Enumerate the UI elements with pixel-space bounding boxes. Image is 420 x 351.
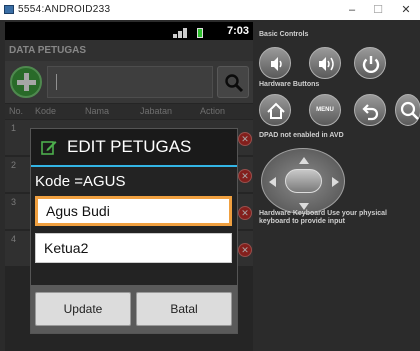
nama-input[interactable]: Agus Budi [35,196,232,226]
volume-down-button[interactable] [259,47,291,79]
dialog-title-bar: EDIT PETUGAS [31,129,237,165]
window-maximize-button[interactable]: ☐ [366,2,390,18]
status-clock: 7:03 [227,25,250,37]
dpad[interactable] [261,148,345,214]
home-button[interactable] [259,94,291,126]
dialog-button-bar: Update Batal [31,285,237,333]
back-icon [362,104,379,121]
search-icon [400,101,419,120]
dpad-up-icon [299,152,309,164]
search-hardware-button[interactable] [395,94,420,126]
volume-up-icon [319,57,334,71]
home-icon [267,102,285,119]
volume-down-icon [271,57,282,71]
cancel-button[interactable]: Batal [136,292,232,326]
jabatan-input[interactable]: Ketua2 [35,233,232,263]
dpad-right-icon [332,177,344,187]
window-title: 5554:ANDROID233 [18,4,111,15]
back-button[interactable] [354,94,386,126]
update-button[interactable]: Update [35,292,131,326]
android-screen: 7:03 DATA PETUGAS No. Kode Nama Jabatan … [5,22,253,351]
window-titlebar: 5554:ANDROID233 – ☐ ✕ [0,0,420,20]
dpad-left-icon [264,177,276,187]
kode-label: Kode =AGUS [35,173,126,190]
dpad-title: DPAD not enabled in AVD [259,132,344,139]
hardware-buttons-title: Hardware Buttons [259,81,320,88]
edit-icon [41,141,57,155]
emulator-app-icon [4,5,14,14]
status-bar: 7:03 [5,22,253,40]
power-icon [362,56,380,74]
hardware-keyboard-text: Hardware Keyboard Use your physical keyb… [259,210,387,225]
emulator-frame: 7:03 DATA PETUGAS No. Kode Nama Jabatan … [0,20,420,351]
basic-controls-title: Basic Controls [259,31,309,38]
dialog-title: EDIT PETUGAS [67,137,192,156]
window-minimize-button[interactable]: – [340,2,364,18]
power-button[interactable] [354,47,386,79]
emulator-controls-panel: Basic Controls Hardware Buttons MENU DPA… [257,22,420,351]
window-close-button[interactable]: ✕ [394,2,418,18]
dpad-center-button[interactable] [285,169,322,193]
edit-dialog: EDIT PETUGAS Kode =AGUS Agus Budi Ketua2… [30,128,238,334]
menu-button[interactable]: MENU [309,94,341,126]
dialog-title-divider [31,165,237,167]
volume-up-button[interactable] [309,47,341,79]
battery-icon [197,28,204,38]
signal-icon [173,26,204,38]
